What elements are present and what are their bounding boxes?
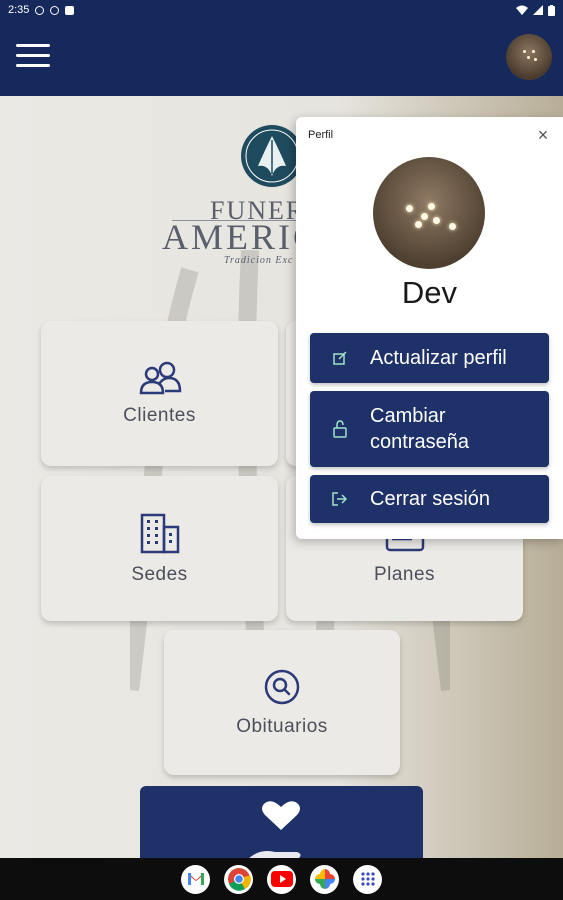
profile-avatar[interactable]: [506, 34, 552, 80]
card-clientes[interactable]: Clientes: [41, 321, 278, 466]
logout-button[interactable]: Cerrar sesión: [310, 475, 549, 523]
chrome-icon[interactable]: [224, 864, 253, 894]
button-label: Cambiar contraseña: [370, 405, 469, 453]
wifi-icon: [516, 5, 528, 15]
brand-tagline: Tradicion Exc: [224, 255, 294, 266]
card-label: Planes: [373, 563, 436, 585]
update-profile-button[interactable]: Actualizar perfil: [310, 333, 549, 383]
card-sedes[interactable]: Sedes: [41, 476, 278, 621]
taskbar: [0, 858, 563, 900]
status-time: 2:35: [8, 4, 30, 16]
card-label: Obituarios: [236, 715, 328, 737]
card-label: Clientes: [123, 404, 196, 426]
popup-avatar: [373, 157, 485, 269]
change-password-button[interactable]: Cambiar contraseña: [310, 391, 549, 467]
hamburger-menu-icon[interactable]: [16, 44, 50, 68]
card-obituarios[interactable]: Obituarios: [164, 630, 400, 775]
gmail-icon[interactable]: [181, 864, 210, 894]
edit-icon: [310, 351, 370, 365]
building-icon: [140, 513, 179, 553]
status-bar: 2:35: [0, 0, 563, 20]
lock-icon: [310, 420, 370, 438]
popup-title: Perfil: [308, 129, 334, 141]
photos-icon[interactable]: [310, 864, 339, 894]
logout-icon: [310, 492, 370, 506]
users-icon: [139, 361, 181, 394]
notification-icon: [35, 5, 45, 15]
button-label: Cerrar sesión: [370, 488, 491, 510]
app-bar: [0, 20, 563, 96]
profile-popup: Perfil × Dev Actualizar perfil Cambiar c…: [296, 117, 563, 539]
card-label: Sedes: [131, 563, 188, 585]
card-donate[interactable]: [140, 786, 423, 860]
sync-icon: [50, 5, 60, 15]
youtube-icon[interactable]: [267, 864, 296, 894]
close-icon[interactable]: ×: [533, 125, 553, 145]
app-drawer-icon[interactable]: [353, 864, 382, 894]
battery-icon: [548, 4, 555, 16]
user-name: Dev: [401, 275, 458, 310]
button-label: Actualizar perfil: [370, 347, 507, 369]
funeral-logo-icon: [241, 125, 303, 187]
search-icon: [264, 669, 300, 704]
signal-icon: [533, 5, 543, 15]
sd-card-icon: [65, 5, 75, 15]
